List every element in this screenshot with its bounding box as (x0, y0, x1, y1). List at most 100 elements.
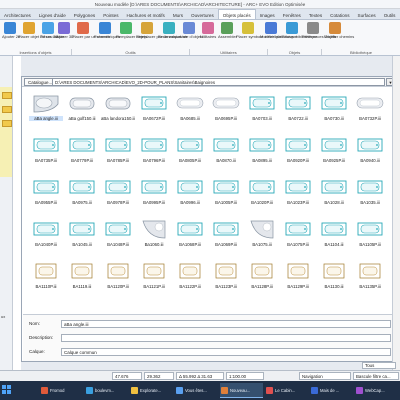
catalog-item[interactable]: BA1075P.iii (281, 216, 315, 251)
catalog-item[interactable]: BA1129P.iii (281, 258, 315, 293)
catalog-item[interactable]: BA0730.iii (317, 90, 351, 125)
ribbon-button-14[interactable]: Sauver bibliothèque (282, 20, 317, 48)
catalog-item[interactable]: BA0735P.iii (29, 132, 63, 167)
catalog-item[interactable]: BA1045.iii (65, 216, 99, 251)
catalog-item[interactable]: BA1123P.iii (209, 258, 243, 293)
catalog-item[interactable]: BA1104.iii (317, 216, 351, 251)
catalog-item[interactable]: BA0978P.iii (101, 174, 135, 209)
ribbon-button-0[interactable]: Ajouter 2d (2, 20, 20, 48)
taskbar-app[interactable]: WebCap... (355, 383, 398, 398)
ribbon-button-11[interactable]: Assembler (218, 20, 237, 48)
catalog-item[interactable]: BA1035.iii (353, 174, 387, 209)
taskbar-app[interactable]: Vous êtes... (175, 383, 218, 398)
tab-6[interactable]: Ouvertures (187, 10, 218, 19)
catalog-item[interactable]: BA0955P.iii (29, 174, 63, 209)
taskbar-app[interactable]: Fromod (40, 383, 83, 398)
name-field[interactable]: aBa angle.iii (61, 320, 391, 328)
taskbar-app[interactable]: Le Cabin... (265, 383, 308, 398)
catalog-item[interactable]: BA1122P.iii (173, 258, 207, 293)
catalog-item[interactable]: BA1075.iii (245, 216, 279, 251)
tab-11[interactable]: Cotations (326, 10, 353, 19)
tab-2[interactable]: Polygones (70, 10, 99, 19)
catalog-item[interactable]: BA0995P.iii (137, 174, 171, 209)
catalog-item[interactable]: BA0732P.iii (353, 90, 387, 125)
catalog-item[interactable]: aBa golf150.iii (65, 90, 99, 125)
ribbon-button-4[interactable]: Placer par un chemin (72, 20, 110, 48)
tab-3[interactable]: Pointes (99, 10, 122, 19)
folder-icon[interactable] (2, 120, 12, 127)
catalog-item[interactable]: BA1130.iii (317, 258, 351, 293)
catalog-item[interactable]: BA1110P.iii (29, 258, 63, 293)
catalog-item[interactable]: BA1028.iii (317, 174, 351, 209)
catalog-item[interactable]: aBa landora150.iii (101, 90, 135, 125)
tab-8[interactable]: Images (256, 10, 279, 19)
tab-13[interactable]: Outils (380, 10, 400, 19)
catalog-item[interactable]: BA0925P.iii (317, 132, 351, 167)
layer-filter-all[interactable]: Tous (362, 362, 396, 369)
catalog-item[interactable]: BA1121P.iii (137, 258, 171, 293)
ribbon-button-7[interactable]: Remplacer par un calque (136, 20, 181, 48)
catalog-item[interactable]: BA0920P.iii (281, 132, 315, 167)
ribbon-button-6[interactable]: Remplacer objets (116, 20, 147, 48)
catalog-item[interactable]: BA0996.iii (173, 174, 207, 209)
tab-12[interactable]: Surfaces (354, 10, 380, 19)
ribbon-button-1[interactable]: Placer objet 3d sur calque (18, 20, 64, 48)
tab-1[interactable]: Lignes d'aide (35, 10, 70, 19)
ribbon-button-9[interactable]: Liste d'objets (180, 20, 203, 48)
catalog-item[interactable]: BA0722.iii (281, 90, 315, 125)
folder-icon[interactable] (2, 106, 12, 113)
catalog-item[interactable]: BA0779P.iii (65, 132, 99, 167)
tab-9[interactable]: Fenêtres (279, 10, 305, 19)
taskbar-app[interactable]: Mais de ... (310, 383, 353, 398)
catalog-item[interactable]: Ba1060.iii (137, 216, 171, 251)
taskbar-app[interactable]: Explorate... (130, 383, 173, 398)
catalog-item[interactable]: BA0703.iii (245, 90, 279, 125)
catalog-item[interactable]: BA0940.iii (353, 132, 387, 167)
catalog-item[interactable]: BA0796P.iii (137, 132, 171, 167)
catalog-item[interactable]: BA0895.iii (245, 132, 279, 167)
catalog-item[interactable]: BA1128P.iii (245, 258, 279, 293)
catalog-item[interactable]: BA1119.iii (65, 258, 99, 293)
catalog-item[interactable]: BA1040P.iii (29, 216, 63, 251)
catalog-item[interactable]: BA0805P.iii (173, 132, 207, 167)
catalog-item[interactable]: BA1023P.iii (281, 174, 315, 209)
catalog-item[interactable]: BA0785P.iii (101, 132, 135, 167)
catalog-item[interactable]: BA0672P.iii (137, 90, 171, 125)
folder-icon[interactable] (2, 92, 12, 99)
taskbar-app[interactable]: Nouveau... (220, 383, 263, 398)
windows-start-icon[interactable] (2, 385, 12, 395)
catalog-path-field[interactable]: D:\ARES DOCUMENTS\ARCHICAD\EVO_2D-POUR_P… (52, 78, 385, 86)
catalog-item[interactable]: aBa angle.iii (29, 90, 63, 125)
tab-10[interactable]: Textes (305, 10, 326, 19)
ribbon-button-16[interactable]: Modifier chemins (324, 20, 354, 48)
ribbon-button-5[interactable]: Paramétriques (94, 20, 120, 48)
ribbon-button-13[interactable]: Modifier bibliothèque (260, 20, 297, 48)
ribbon-button-3[interactable]: Altérer 3D (56, 20, 74, 48)
catalog-item[interactable]: BA1120P.iii (101, 258, 135, 293)
catalog-item[interactable]: BA1005P.iii (209, 174, 243, 209)
ribbon-button-12[interactable]: Placer symbole électrique (236, 20, 282, 48)
description-field[interactable] (61, 334, 391, 342)
catalog-item[interactable]: BA1105P.iii (353, 216, 387, 251)
taskbar-app[interactable]: boulevm... (85, 383, 128, 398)
catalog-item[interactable]: BA1020P.iii (245, 174, 279, 209)
catalog-item[interactable]: BA1048P.iii (101, 216, 135, 251)
catalog-item[interactable]: BA0870.iii (209, 132, 243, 167)
filter-toggle[interactable]: Bascule filtre ca... (353, 372, 399, 380)
scale-select[interactable]: 1:100.00 (226, 372, 264, 380)
catalog-item[interactable]: BA1068P.iii (173, 216, 207, 251)
tab-4[interactable]: Hachures et motifs (123, 10, 169, 19)
catalog-item[interactable]: BA0685.iii (173, 90, 207, 125)
catalog-item[interactable]: BA0695P.iii (209, 90, 243, 125)
catalog-item[interactable]: BA1069P.iii (209, 216, 243, 251)
ribbon-button-15[interactable]: Préférences Objets (302, 20, 336, 48)
ribbon-button-10[interactable]: Utilitaires (198, 20, 218, 48)
layer-field[interactable]: Calque commun (61, 348, 391, 356)
ribbon-button-8[interactable]: Redimensionner (158, 20, 187, 48)
mode-select[interactable]: Navigation (299, 372, 351, 380)
tab-5[interactable]: Murs (169, 10, 187, 19)
tab-0[interactable]: Architectures (0, 10, 35, 19)
catalog-item[interactable]: BA0975.iii (65, 174, 99, 209)
catalog-item[interactable]: BA1135P.iii (353, 258, 387, 293)
ribbon-button-2[interactable]: Pièces 3D (40, 20, 58, 48)
